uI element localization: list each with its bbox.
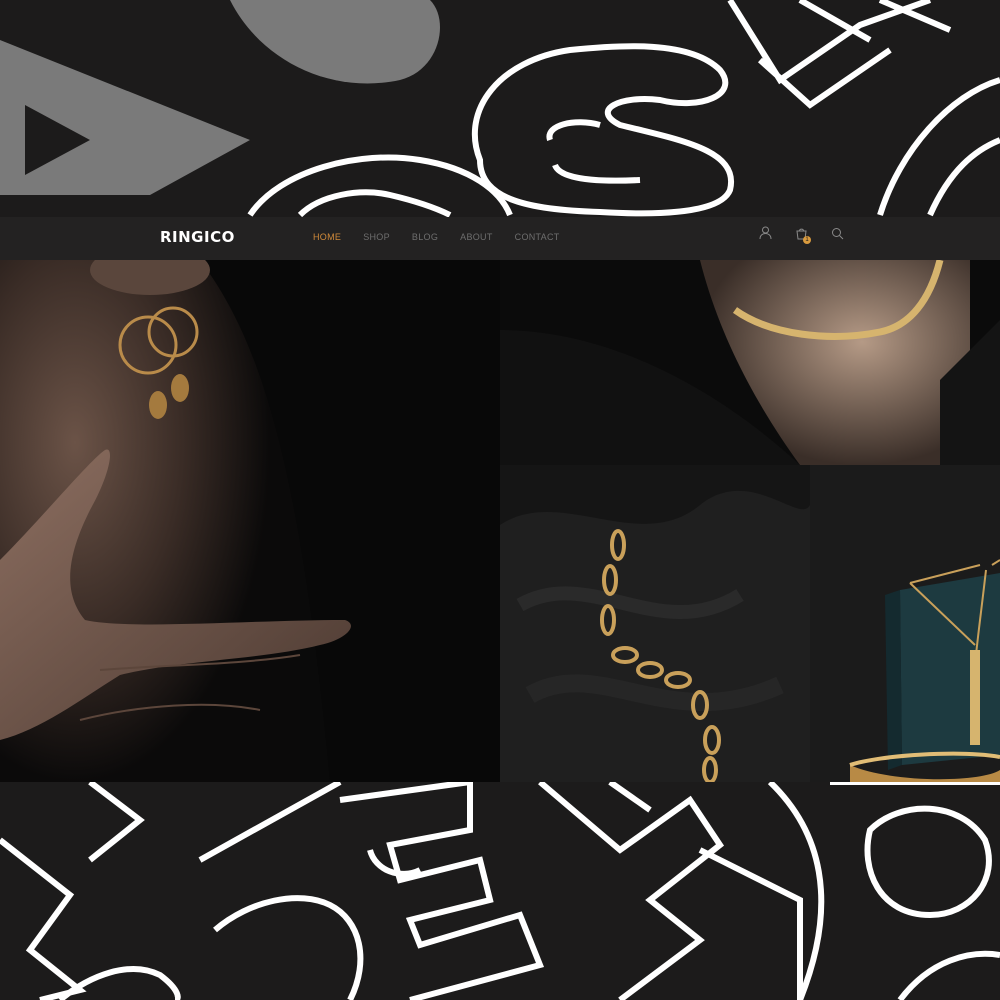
top-navbar: RINGICO HOME SHOP BLOG ABOUT CONTACT (0, 217, 1000, 260)
nav-link-contact[interactable]: CONTACT (515, 232, 560, 242)
nav-link-home[interactable]: HOME (313, 232, 341, 242)
search-icon[interactable] (831, 227, 844, 240)
link-bracelet-photo[interactable] (500, 465, 810, 782)
user-icon[interactable] (759, 226, 772, 240)
snake-chain-necklace-photo[interactable] (500, 260, 1000, 465)
nav-link-blog[interactable]: BLOG (412, 232, 438, 242)
bar-pendant-photo[interactable] (810, 465, 1000, 782)
brand-logo[interactable]: RINGICO (160, 228, 235, 246)
nav-link-shop[interactable]: SHOP (363, 232, 390, 242)
earring-model-photo[interactable] (0, 260, 500, 782)
grey-letter-shape (0, 0, 440, 195)
outline-letters-bottom (0, 778, 1000, 1000)
nav-menu: HOME SHOP BLOG ABOUT CONTACT (313, 232, 582, 242)
cart-count-badge: 1 (803, 236, 811, 244)
nav-link-about[interactable]: ABOUT (460, 232, 493, 242)
